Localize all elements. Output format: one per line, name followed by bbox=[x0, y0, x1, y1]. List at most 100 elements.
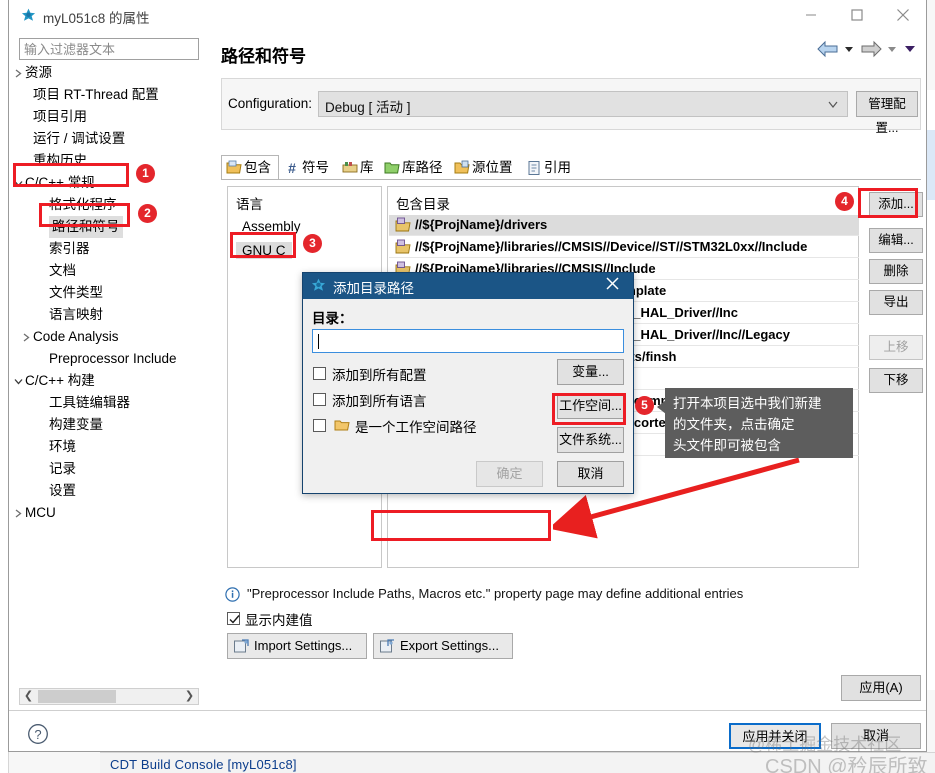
workspace-button[interactable]: 工作空间... bbox=[557, 393, 624, 419]
tree-item-label: 文件类型 bbox=[49, 285, 103, 300]
forward-dropdown-icon[interactable] bbox=[886, 40, 898, 58]
dialog-ok-button[interactable]: 确定 bbox=[476, 461, 543, 487]
chevron-right-icon[interactable] bbox=[13, 502, 25, 524]
tree-horizontal-scrollbar[interactable]: ❮ ❯ bbox=[19, 688, 199, 705]
language-item-gnuc[interactable]: GNU C bbox=[236, 242, 292, 259]
tree-item-label: MCU bbox=[25, 505, 56, 520]
scroll-left-arrow[interactable]: ❮ bbox=[20, 689, 37, 704]
tab-underline bbox=[221, 179, 921, 180]
configuration-select[interactable]: Debug [ 活动 ] bbox=[318, 91, 848, 117]
tab-label: 包含 bbox=[244, 160, 271, 175]
back-dropdown-icon[interactable] bbox=[843, 40, 855, 58]
tree-item-label: 构建变量 bbox=[49, 417, 103, 432]
apply-button[interactable]: 应用(A) bbox=[841, 675, 921, 701]
back-arrow-icon[interactable] bbox=[816, 40, 840, 58]
tab-4[interactable]: 源位置 bbox=[449, 155, 521, 180]
tab-bar[interactable]: 包含 # 符号 库 库路径 源位置 引用 bbox=[221, 155, 921, 180]
text-caret bbox=[318, 334, 319, 349]
filesystem-button[interactable]: 文件系统... bbox=[557, 427, 624, 453]
tree-item-11[interactable]: 语言映射 bbox=[19, 304, 199, 326]
side-button-2[interactable]: 删除 bbox=[869, 259, 923, 284]
tree-item-label: 资源 bbox=[25, 65, 52, 80]
import-settings-button[interactable]: Import Settings... bbox=[227, 633, 367, 659]
directory-label: 目录： bbox=[312, 311, 353, 326]
tab-5[interactable]: 引用 bbox=[521, 155, 575, 180]
tree-item-7[interactable]: 路径和符号 bbox=[19, 216, 199, 238]
tree-item-8[interactable]: 索引器 bbox=[19, 238, 199, 260]
settings-tree[interactable]: 资源 项目 RT-Thread 配置 项目引用 运行 / 调试设置 重构历史 C/C++ … bbox=[14, 62, 199, 687]
page-title: 路径和符号 bbox=[221, 47, 306, 66]
filter-input[interactable]: 输入过滤器文本 bbox=[19, 38, 199, 60]
forward-arrow-icon[interactable] bbox=[859, 40, 883, 58]
tree-item-17[interactable]: 环境 bbox=[19, 436, 199, 458]
tree-item-6[interactable]: 格式化程序 bbox=[19, 194, 199, 216]
tree-item-label: 项目引用 bbox=[33, 109, 87, 124]
tree-item-5[interactable]: C/C++ 常规 bbox=[14, 172, 199, 194]
export-settings-button[interactable]: Export Settings... bbox=[373, 633, 513, 659]
tab-label: 库 bbox=[360, 160, 374, 175]
side-button-1[interactable]: 编辑... bbox=[869, 228, 923, 253]
tree-item-15[interactable]: 工具链编辑器 bbox=[19, 392, 199, 414]
close-button[interactable] bbox=[880, 0, 926, 30]
tree-item-label: 路径和符号 bbox=[49, 216, 123, 238]
help-question-icon[interactable]: ? bbox=[27, 723, 49, 745]
scroll-thumb[interactable] bbox=[38, 690, 116, 703]
chevron-down-icon[interactable] bbox=[13, 370, 25, 392]
tab-0[interactable]: 包含 bbox=[221, 155, 279, 180]
checkbox-label: 添加到所有配置 bbox=[332, 368, 427, 383]
side-button-4[interactable]: 上移 bbox=[869, 335, 923, 360]
side-button-3[interactable]: 导出 bbox=[869, 290, 923, 315]
tree-item-label: 环境 bbox=[49, 439, 76, 454]
scroll-right-arrow[interactable]: ❯ bbox=[181, 689, 198, 704]
tree-item-14[interactable]: C/C++ 构建 bbox=[14, 370, 199, 392]
step-badge-4: 4 bbox=[835, 192, 854, 211]
tree-item-20[interactable]: MCU bbox=[15, 502, 199, 524]
chevron-right-icon[interactable] bbox=[13, 62, 25, 84]
side-button-5[interactable]: 下移 bbox=[869, 368, 923, 393]
screen-root: h ••• CDT Build Console [myL051c8] myL05… bbox=[0, 0, 935, 773]
tree-item-16[interactable]: 构建变量 bbox=[19, 414, 199, 436]
tab-3[interactable]: 库路径 bbox=[379, 155, 449, 180]
tree-item-label: C/C++ 构建 bbox=[25, 373, 95, 388]
tree-item-4[interactable]: 重构历史 bbox=[19, 150, 199, 172]
chevron-down-icon[interactable] bbox=[13, 172, 25, 194]
tree-item-9[interactable]: 文档 bbox=[19, 260, 199, 282]
more-dropdown-icon[interactable] bbox=[902, 40, 918, 58]
dialog-cancel-button[interactable]: 取消 bbox=[557, 461, 624, 487]
rt-thread-star-icon bbox=[21, 8, 36, 21]
tree-item-label: 运行 / 调试设置 bbox=[33, 131, 126, 146]
navigation-arrows bbox=[816, 40, 919, 66]
minimize-button[interactable] bbox=[788, 0, 834, 30]
include-path-row[interactable]: //${ProjName}/libraries//CMSIS//Device//… bbox=[389, 237, 859, 258]
side-button-0[interactable]: 添加... bbox=[869, 192, 923, 217]
library-path-icon bbox=[384, 162, 400, 174]
library-icon bbox=[342, 162, 358, 173]
maximize-button[interactable] bbox=[834, 0, 880, 30]
tree-item-19[interactable]: 设置 bbox=[19, 480, 199, 502]
tree-item-label: 语言映射 bbox=[49, 307, 103, 322]
dialog-close-button[interactable] bbox=[605, 276, 627, 296]
tree-item-2[interactable]: 项目引用 bbox=[19, 106, 199, 128]
tree-item-10[interactable]: 文件类型 bbox=[19, 282, 199, 304]
reference-icon bbox=[528, 161, 540, 175]
tab-1[interactable]: # 符号 bbox=[279, 155, 337, 180]
tree-item-18[interactable]: 记录 bbox=[19, 458, 199, 480]
close-icon bbox=[606, 277, 619, 290]
language-item-assembly[interactable]: Assembly bbox=[242, 219, 301, 234]
tree-item-1[interactable]: 项目 RT-Thread 配置 bbox=[19, 84, 199, 106]
tree-item-12[interactable]: Code Analysis bbox=[19, 326, 199, 348]
tree-item-0[interactable]: 资源 bbox=[15, 62, 199, 84]
export-icon bbox=[380, 639, 394, 653]
window-title: myL051c8 的属性 bbox=[43, 11, 150, 26]
tab-2[interactable]: 库 bbox=[337, 155, 379, 180]
variables-button[interactable]: 变量... bbox=[557, 359, 624, 385]
manage-configurations-button[interactable]: 管理配置... bbox=[856, 91, 918, 135]
svg-text:#: # bbox=[288, 160, 296, 176]
directory-input[interactable] bbox=[312, 329, 624, 353]
include-path-row[interactable]: //${ProjName}/drivers bbox=[389, 215, 859, 236]
include-path-text: //${ProjName}/libraries//CMSIS//Device//… bbox=[415, 239, 808, 254]
chevron-right-icon[interactable] bbox=[21, 326, 33, 348]
rt-thread-star-icon bbox=[311, 278, 326, 291]
tree-item-3[interactable]: 运行 / 调试设置 bbox=[19, 128, 199, 150]
tree-item-13[interactable]: Preprocessor Include bbox=[19, 348, 199, 370]
